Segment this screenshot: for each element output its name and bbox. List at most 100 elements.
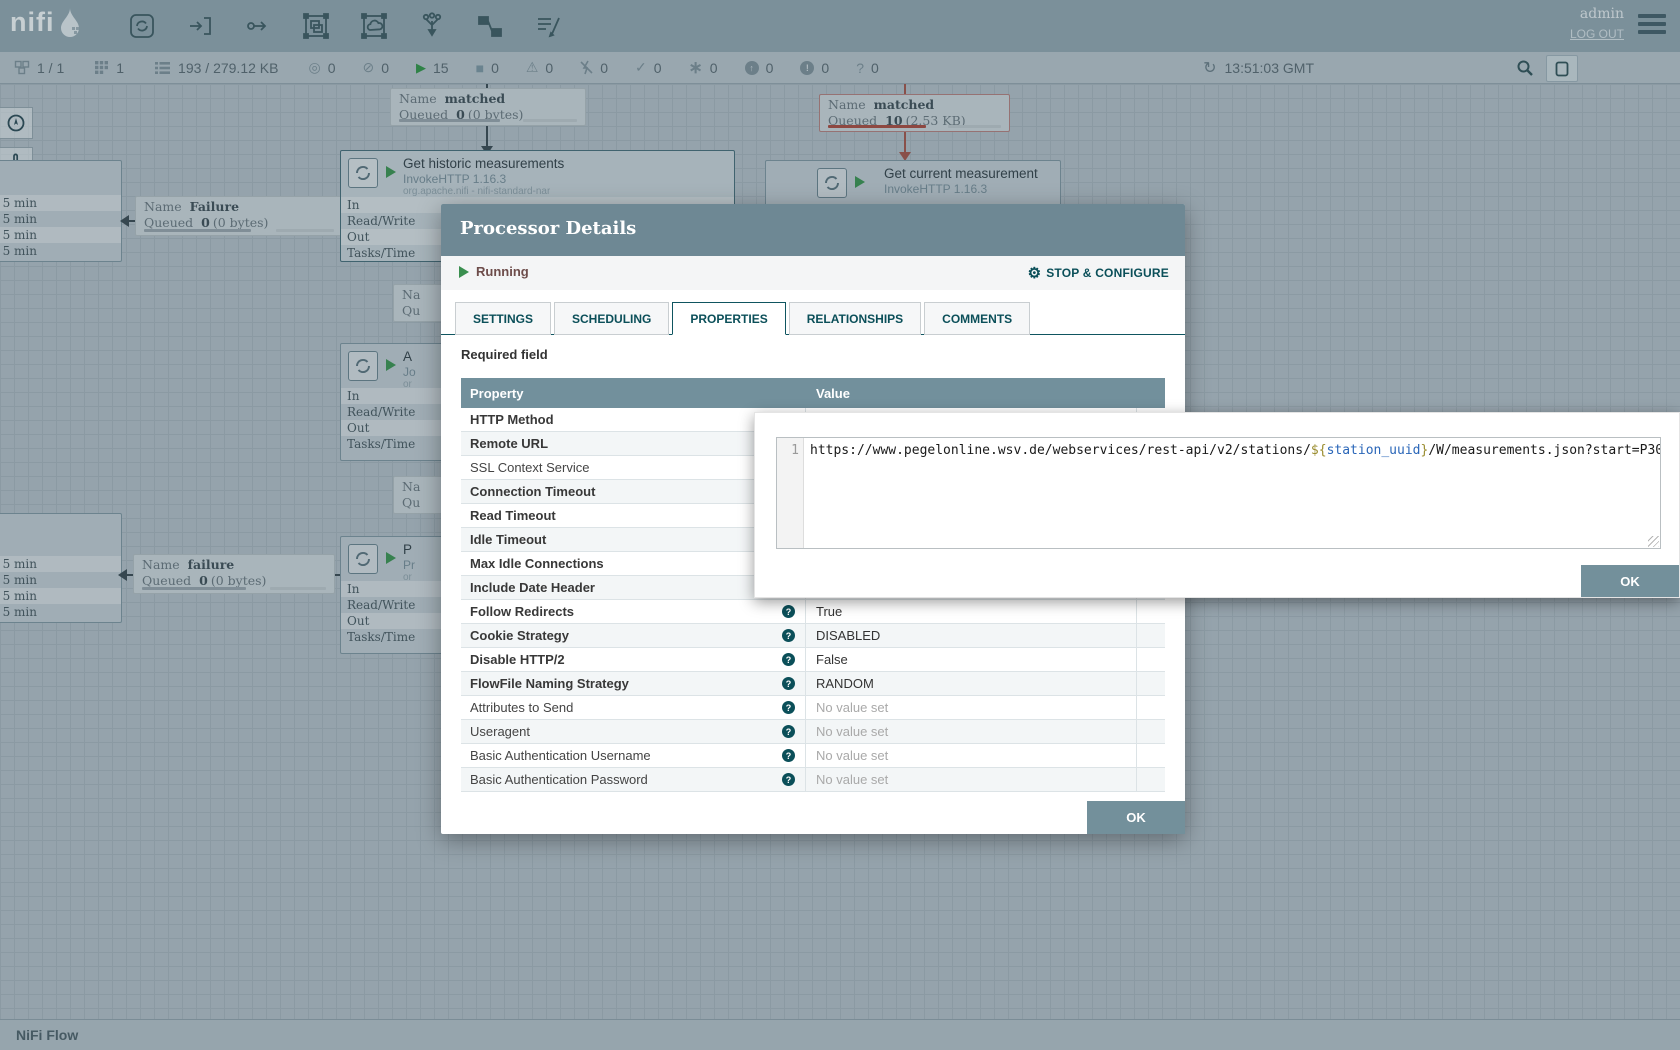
- global-menu-icon[interactable]: [1638, 14, 1666, 38]
- logout-link[interactable]: LOG OUT: [1570, 27, 1624, 41]
- connection-name-value: failure: [188, 557, 235, 572]
- processor-stat-row: 5 min: [0, 243, 121, 259]
- help-icon[interactable]: ?: [782, 725, 795, 738]
- processor-title: Get current measurement: [884, 166, 1038, 181]
- help-icon[interactable]: ?: [782, 653, 795, 666]
- running-indicator-icon: [386, 166, 396, 178]
- property-actions-cell: [1137, 744, 1165, 767]
- property-value[interactable]: True: [806, 600, 1137, 623]
- property-name: Basic Authentication Username?: [461, 744, 806, 767]
- up-to-date-count: 0: [654, 60, 662, 76]
- tab-scheduling[interactable]: SCHEDULING: [554, 302, 669, 335]
- processor-edge-bottom[interactable]: 5 min5 min5 min5 min: [0, 513, 122, 623]
- connection-label-matched-right[interactable]: Namematched Queued10(2.53 KB): [819, 94, 1010, 132]
- running-indicator-icon: [386, 359, 396, 371]
- processor-state: Running: [459, 264, 529, 279]
- running-state-icon: [459, 266, 469, 278]
- input-port-icon[interactable]: [184, 10, 216, 42]
- remote-url-value-input[interactable]: https://www.pegelonline.wsv.de/webservic…: [804, 438, 1660, 548]
- help-icon[interactable]: ?: [782, 749, 795, 762]
- property-value[interactable]: RANDOM: [806, 672, 1137, 695]
- running-indicator-icon: [386, 552, 396, 564]
- grid-icon: [94, 60, 109, 75]
- panel-icon: [1555, 61, 1569, 77]
- app-header: nifi admin LOG OUT: [0, 0, 1680, 52]
- remote-process-group-icon[interactable]: [358, 10, 390, 42]
- counter-invalid: ⚠0: [526, 59, 553, 76]
- property-name: Attributes to Send?: [461, 696, 806, 719]
- property-value[interactable]: DISABLED: [806, 624, 1137, 647]
- tab-comments[interactable]: COMMENTS: [924, 302, 1030, 335]
- connection-name-key: Name: [144, 199, 182, 214]
- template-icon[interactable]: [474, 10, 506, 42]
- dialog-ok-button[interactable]: OK: [1087, 801, 1185, 834]
- queue-percent-bar: [144, 229, 251, 232]
- editor-line-number: 1: [777, 438, 804, 548]
- label-icon[interactable]: [532, 10, 564, 42]
- property-value[interactable]: No value set: [806, 696, 1137, 719]
- property-value[interactable]: No value set: [806, 720, 1137, 743]
- running-icon: ▶: [416, 60, 426, 76]
- component-toolbar: [126, 10, 564, 42]
- output-port-icon[interactable]: [242, 10, 274, 42]
- refresh-icon[interactable]: ↻: [1203, 58, 1216, 78]
- connection-label-matched-left[interactable]: Namematched Queued0(0 bytes): [390, 88, 586, 126]
- stop-and-configure-button[interactable]: ⚙ STOP & CONFIGURE: [1028, 264, 1169, 282]
- property-row: Cookie Strategy?DISABLED: [461, 624, 1165, 648]
- breadcrumb[interactable]: NiFi Flow: [16, 1027, 78, 1043]
- editor-resize-handle[interactable]: [1648, 536, 1659, 547]
- dialog-status-row: Running ⚙ STOP & CONFIGURE: [441, 256, 1185, 290]
- search-icon[interactable]: [1516, 59, 1534, 80]
- connection-queued-size: (0 bytes): [211, 573, 267, 588]
- property-actions-cell: [1137, 600, 1165, 623]
- help-icon[interactable]: ?: [782, 677, 795, 690]
- disabled-count: 0: [600, 60, 608, 76]
- connection-label-failure-top[interactable]: NameFailure Queued0(0 bytes): [135, 196, 343, 236]
- navigate-palette-button[interactable]: [0, 107, 33, 139]
- group-count: 1: [116, 60, 124, 76]
- stopped-count: 0: [491, 60, 499, 76]
- queue-percent-bar: [828, 125, 926, 128]
- help-icon[interactable]: ?: [782, 773, 795, 786]
- counter-not-transmitting: ⊘0: [362, 59, 389, 76]
- property-value[interactable]: No value set: [806, 768, 1137, 791]
- property-actions-cell: [1137, 648, 1165, 671]
- counter-running: ▶15: [416, 60, 449, 76]
- processor-edge-top[interactable]: r 5 min5 min5 min5 min: [0, 160, 122, 262]
- transmitting-icon: ◎: [308, 59, 320, 76]
- sync-failure-icon: ?: [856, 60, 864, 76]
- process-group-icon[interactable]: [300, 10, 332, 42]
- stale-icon: ↑: [745, 61, 759, 75]
- processor-stat-row: 5 min: [0, 211, 121, 227]
- gear-icon: ⚙: [1028, 264, 1042, 282]
- locally-modified-icon: ∗: [689, 58, 703, 78]
- processor-icon[interactable]: [126, 10, 158, 42]
- queue-percent-bar: [399, 119, 500, 122]
- editor-ok-button[interactable]: OK: [1581, 565, 1679, 597]
- help-icon[interactable]: ?: [782, 629, 795, 642]
- property-row: Disable HTTP/2?False: [461, 648, 1165, 672]
- help-icon[interactable]: ?: [782, 701, 795, 714]
- tab-properties[interactable]: PROPERTIES: [672, 302, 785, 335]
- compass-icon: [6, 113, 26, 133]
- funnel-icon[interactable]: [416, 10, 448, 42]
- url-part-post: /W/measurements.json?start=P30D: [1428, 443, 1660, 458]
- tab-settings[interactable]: SETTINGS: [455, 302, 551, 335]
- property-value[interactable]: No value set: [806, 744, 1137, 767]
- counter-disabled: 0: [580, 60, 608, 76]
- disabled-icon: [580, 60, 593, 75]
- nifi-drop-icon: [57, 6, 83, 38]
- not-transmitting-icon: ⊘: [362, 59, 374, 76]
- property-row: Useragent?No value set: [461, 720, 1165, 744]
- dialog-titlebar: Processor Details: [441, 204, 1185, 256]
- last-refresh: ↻ 13:51:03 GMT: [1203, 58, 1314, 78]
- processor-state-label: Running: [476, 264, 529, 279]
- counter-transmitting: ◎0: [308, 59, 335, 76]
- property-value[interactable]: False: [806, 648, 1137, 671]
- tab-relationships[interactable]: RELATIONSHIPS: [789, 302, 921, 335]
- processor-type-icon: [348, 158, 378, 188]
- column-header-value: Value: [806, 386, 1137, 401]
- operate-panel-toggle-button[interactable]: [1546, 55, 1578, 82]
- connection-label-failure-bottom[interactable]: Namefailure Queued0(0 bytes): [133, 554, 335, 594]
- help-icon[interactable]: ?: [782, 605, 795, 618]
